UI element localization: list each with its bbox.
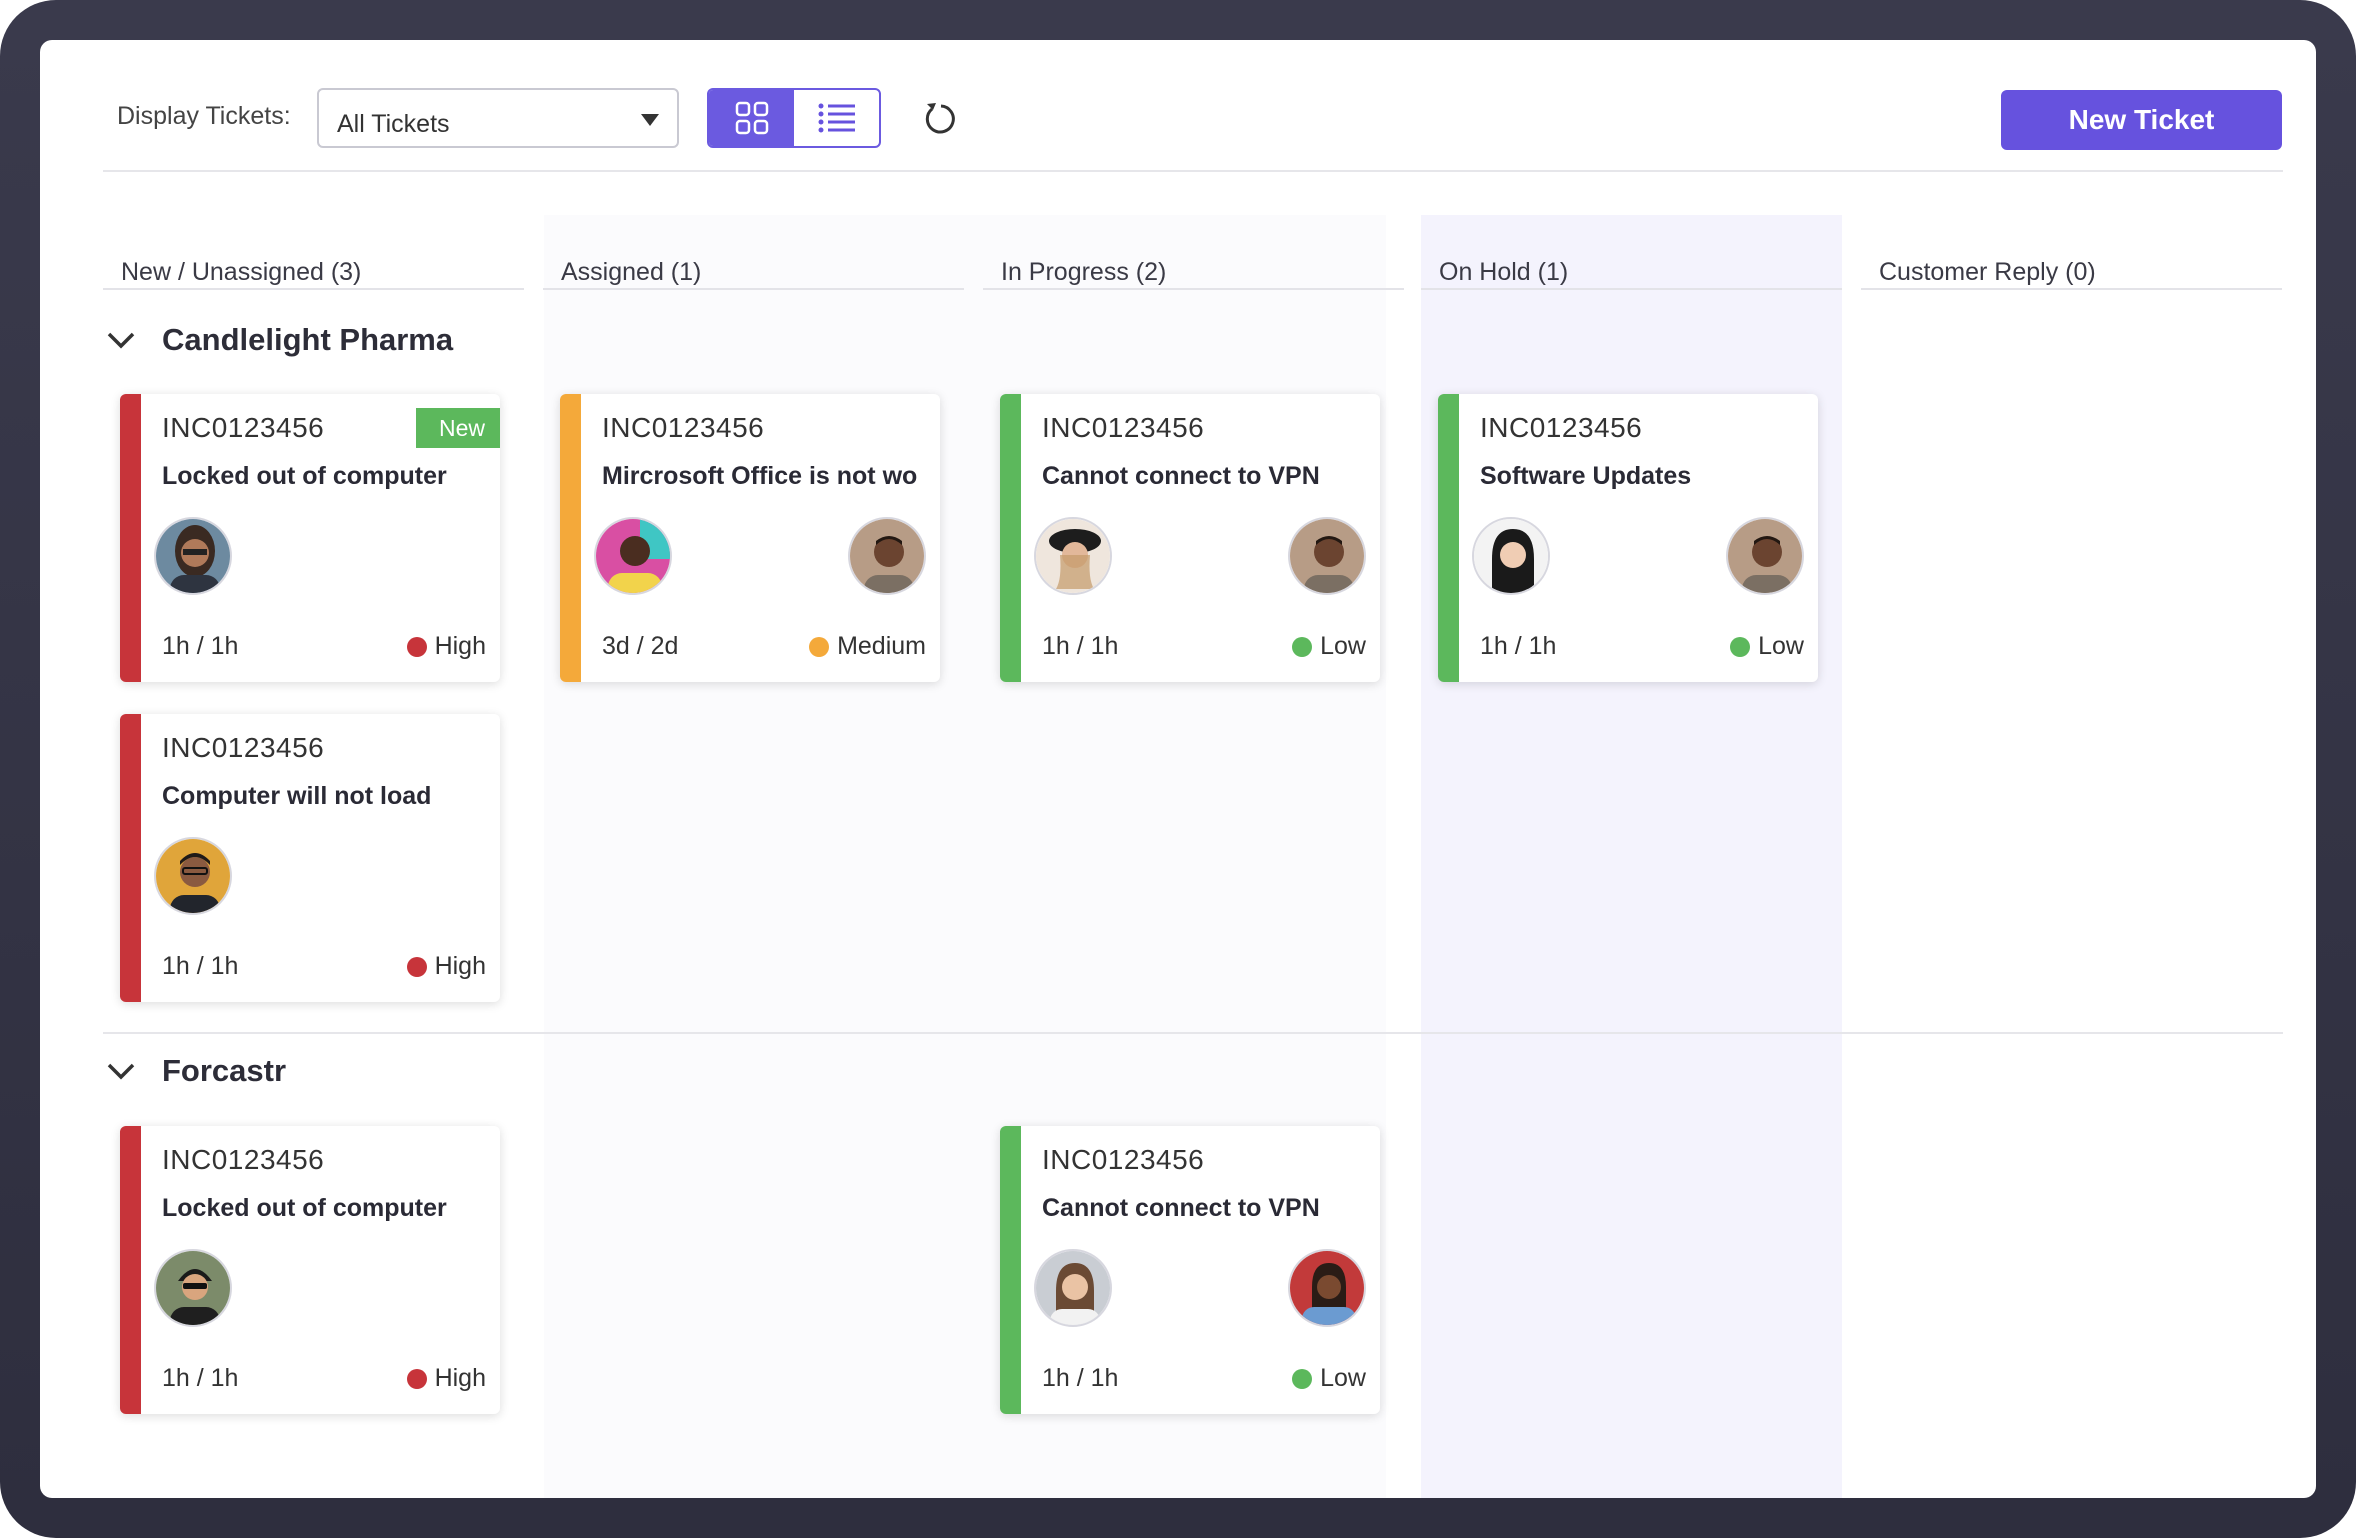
ticket-id: INC0123456 <box>602 412 765 443</box>
priority-dot-icon <box>406 1368 427 1389</box>
ticket-title: Cannot connect to VPN <box>1042 462 1320 490</box>
refresh-button[interactable] <box>920 98 962 140</box>
priority-label: High <box>434 632 486 660</box>
requester-avatar[interactable] <box>154 837 232 915</box>
group-name: Forcastr <box>162 1053 287 1088</box>
priority-indicator: High <box>406 632 486 661</box>
list-icon <box>818 103 855 133</box>
assignee-avatar[interactable] <box>1726 517 1804 595</box>
ticket-id: INC0123456 <box>162 732 325 763</box>
priority-label: Low <box>1320 1364 1366 1392</box>
priority-stripe <box>560 394 581 682</box>
list-view-button[interactable] <box>794 90 879 146</box>
ticket-filter-select[interactable]: All Tickets <box>317 88 679 148</box>
grid-view-button[interactable] <box>709 90 794 146</box>
priority-label: Medium <box>837 632 926 660</box>
refresh-icon <box>925 103 955 134</box>
ticket-id: INC0123456 <box>1480 412 1643 443</box>
ticket-id: INC0123456 <box>1042 1144 1205 1175</box>
priority-indicator: Low <box>1292 1364 1366 1393</box>
requester-avatar[interactable] <box>154 517 232 595</box>
requester-avatar[interactable] <box>1034 517 1112 595</box>
ticket-card[interactable]: INC0123456 Mircrosoft Office is not wo 3… <box>560 394 940 682</box>
priority-label: High <box>434 1364 486 1392</box>
caret-down-icon <box>641 114 659 126</box>
ticket-time: 1h / 1h <box>1042 632 1119 660</box>
priority-indicator: Low <box>1292 632 1366 661</box>
ticket-time: 1h / 1h <box>1480 632 1557 660</box>
column-header-customer-reply: Customer Reply (0) <box>1861 240 2282 290</box>
requester-avatar[interactable] <box>1472 517 1550 595</box>
priority-indicator: High <box>406 952 486 981</box>
priority-dot-icon <box>406 956 427 977</box>
requester-avatar[interactable] <box>1034 1249 1112 1327</box>
app-screen: Display Tickets: All Tickets New Ticket … <box>40 40 2316 1498</box>
ticket-time: 1h / 1h <box>1042 1364 1119 1392</box>
ticket-title: Software Updates <box>1480 462 1692 490</box>
priority-indicator: Low <box>1730 632 1804 661</box>
ticket-card[interactable]: INC0123456 Software Updates 1h / 1h Low <box>1438 394 1818 682</box>
priority-dot-icon <box>1292 1368 1313 1389</box>
device-frame: Display Tickets: All Tickets New Ticket … <box>0 0 2356 1538</box>
ticket-title: Mircrosoft Office is not wo <box>602 462 918 490</box>
display-tickets-label: Display Tickets: <box>117 102 291 130</box>
priority-indicator: High <box>406 1364 486 1393</box>
priority-label: Low <box>1320 632 1366 660</box>
priority-indicator: Medium <box>809 632 926 661</box>
priority-stripe <box>1438 394 1459 682</box>
ticket-title: Computer will not load <box>162 782 432 810</box>
priority-stripe <box>120 714 141 1002</box>
priority-label: High <box>434 952 486 980</box>
ticket-title: Locked out of computer <box>162 1194 447 1222</box>
toolbar-divider <box>103 170 2283 172</box>
priority-dot-icon <box>809 636 830 657</box>
requester-avatar[interactable] <box>594 517 672 595</box>
ticket-time: 1h / 1h <box>162 1364 239 1392</box>
ticket-card[interactable]: INC0123456 Locked out of computer 1h / 1… <box>120 1126 500 1414</box>
group-divider <box>103 1032 2283 1034</box>
priority-stripe <box>120 394 141 682</box>
requester-avatar[interactable] <box>154 1249 232 1327</box>
ticket-card[interactable]: INC0123456 Cannot connect to VPN 1h / 1h… <box>1000 394 1380 682</box>
ticket-id: INC0123456 <box>162 1144 325 1175</box>
priority-label: Low <box>1758 632 1804 660</box>
ticket-time: 3d / 2d <box>602 632 679 660</box>
priority-dot-icon <box>1730 636 1751 657</box>
ticket-card[interactable]: INC0123456 Cannot connect to VPN 1h / 1h… <box>1000 1126 1380 1414</box>
ticket-id: INC0123456 <box>162 412 325 443</box>
view-toggle <box>707 88 881 148</box>
new-badge: New <box>416 408 500 448</box>
column-header-on-hold: On Hold (1) <box>1421 240 1842 290</box>
assignee-avatar[interactable] <box>1288 517 1366 595</box>
assignee-avatar[interactable] <box>1288 1249 1366 1327</box>
column-header-in-progress: In Progress (2) <box>983 240 1404 290</box>
priority-stripe <box>1000 1126 1021 1414</box>
grid-icon <box>735 101 768 135</box>
column-header-new: New / Unassigned (3) <box>103 240 524 290</box>
column-header-assigned: Assigned (1) <box>543 240 964 290</box>
priority-stripe <box>1000 394 1021 682</box>
ticket-time: 1h / 1h <box>162 632 239 660</box>
priority-dot-icon <box>1292 636 1313 657</box>
priority-dot-icon <box>406 636 427 657</box>
toolbar: Display Tickets: All Tickets New Ticket <box>40 40 2316 170</box>
ticket-card[interactable]: INC0123456 Computer will not load 1h / 1… <box>120 714 500 1002</box>
ticket-title: Locked out of computer <box>162 462 447 490</box>
group-header-forcastr[interactable]: Forcastr <box>106 1053 286 1089</box>
ticket-filter-value: All Tickets <box>337 110 450 138</box>
group-header-candlelight[interactable]: Candlelight Pharma <box>106 322 453 358</box>
chevron-down-icon <box>106 1056 136 1086</box>
priority-stripe <box>120 1126 141 1414</box>
ticket-title: Cannot connect to VPN <box>1042 1194 1320 1222</box>
ticket-time: 1h / 1h <box>162 952 239 980</box>
chevron-down-icon <box>106 325 136 355</box>
ticket-id: INC0123456 <box>1042 412 1205 443</box>
ticket-card[interactable]: INC0123456 New Locked out of computer 1h… <box>120 394 500 682</box>
group-name: Candlelight Pharma <box>162 322 454 357</box>
assignee-avatar[interactable] <box>848 517 926 595</box>
new-ticket-button[interactable]: New Ticket <box>2001 90 2282 150</box>
